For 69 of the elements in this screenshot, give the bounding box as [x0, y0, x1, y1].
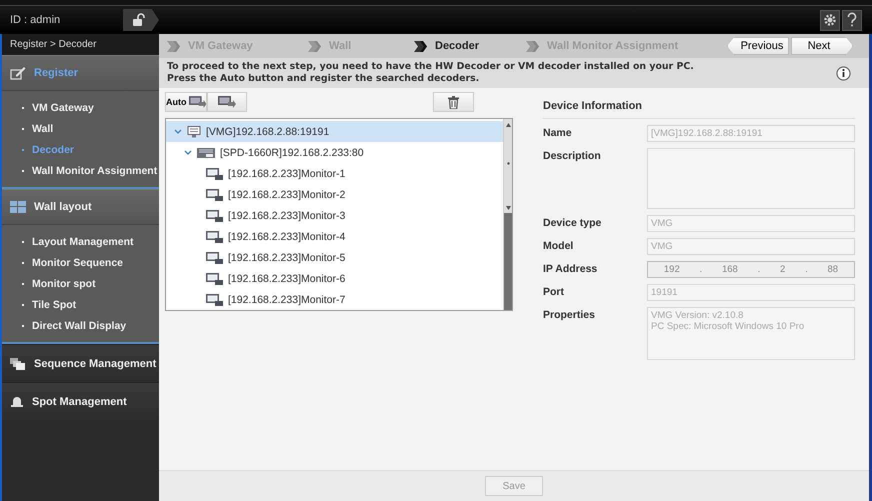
lock-button[interactable] [123, 9, 159, 31]
tree-item[interactable]: [192.168.2.233]Monitor-1 [166, 163, 503, 184]
field-label: Model [543, 239, 574, 254]
chevron-icon [414, 40, 430, 52]
chevron-icon [526, 40, 542, 52]
sidebar-item[interactable]: Direct Wall Display [2, 315, 159, 336]
bell-icon [10, 396, 24, 408]
settings-icon [823, 13, 837, 27]
grid-icon [10, 201, 26, 213]
sidebar-item[interactable]: Wall Monitor Assignment [2, 160, 159, 181]
tree-item[interactable]: [192.168.2.233]Monitor-3 [166, 205, 503, 226]
settings-button[interactable] [820, 10, 840, 30]
ip-address-field[interactable]: 192 . 168 . 2 . 88 [647, 261, 855, 278]
monitor-icon [206, 252, 223, 264]
scrollbar[interactable] [503, 119, 512, 310]
monitor-icon [206, 294, 223, 306]
user-id: ID : admin [9, 14, 62, 26]
add-decoder-button[interactable] [207, 92, 247, 112]
tree-item[interactable]: [SPD-1660R]192.168.2.233:80 [166, 142, 503, 163]
field-label: Description [543, 149, 602, 164]
tree-item[interactable]: [192.168.2.233]Monitor-2 [166, 184, 503, 205]
monitor-icon [206, 230, 223, 242]
trash-icon [448, 96, 459, 108]
wizard-step: Decoder [414, 40, 526, 52]
sidebar-item[interactable]: Layout Management [2, 231, 159, 252]
decoder-icon [197, 146, 215, 158]
monitor-icon [206, 188, 223, 200]
chevron-down-icon[interactable] [184, 150, 192, 156]
sidebar-item[interactable]: Monitor spot [2, 273, 159, 294]
help-icon [846, 12, 858, 28]
server-icon [187, 126, 201, 138]
sidebar-section[interactable]: Spot Management [2, 382, 159, 420]
tree-item[interactable]: [VMG]192.168.2.88:19191 [166, 121, 503, 142]
monitor-arrow-icon [188, 96, 206, 108]
info-icon [836, 66, 851, 80]
tree-item[interactable]: [192.168.2.233]Monitor-5 [166, 247, 503, 268]
tree-item[interactable]: [192.168.2.233]Monitor-7 [166, 289, 503, 310]
sidebar-section[interactable]: Sequence Management [2, 344, 159, 382]
sidebar-item[interactable]: Wall [2, 118, 159, 139]
delete-button[interactable] [433, 92, 474, 112]
monitor-arrow-icon [218, 96, 236, 108]
instruction-text: To proceed to the next step, you need to have the HW Decoder or VM decoder installed on your PC. Press the Auto button and register the searched decoders. [167, 61, 694, 85]
chevron-down-icon[interactable] [174, 128, 182, 134]
monitor-icon [206, 272, 223, 284]
monitor-icon [206, 168, 223, 180]
stack-icon [10, 358, 26, 370]
field-label: IP Address [543, 262, 598, 277]
previous-button[interactable]: Previous [727, 37, 789, 55]
chevron-icon [167, 40, 183, 52]
breadcrumb: Register > Decoder [2, 34, 159, 55]
tree-item[interactable]: [192.168.2.233]Monitor-4 [166, 226, 503, 247]
field-label: Name [543, 126, 573, 141]
field-label: Port [543, 285, 565, 300]
field-label: Device type [543, 216, 602, 231]
sidebar-item[interactable]: VM Gateway [2, 97, 159, 118]
scroll-up-icon[interactable] [506, 123, 510, 127]
sidebar-item[interactable]: Monitor Sequence [2, 252, 159, 273]
tree-item[interactable]: [192.168.2.233]Monitor-6 [166, 268, 503, 289]
help-button[interactable] [842, 10, 862, 30]
monitor-icon [206, 210, 223, 222]
field-label: Properties [543, 308, 596, 323]
chevron-icon [308, 40, 324, 52]
sidebar-item[interactable]: Tile Spot [2, 294, 159, 315]
dot-icon [506, 162, 510, 165]
next-button[interactable]: Next [791, 37, 853, 55]
scroll-down-icon[interactable] [506, 206, 510, 210]
edit-icon [10, 66, 26, 80]
auto-search-button[interactable]: Auto [165, 92, 207, 112]
section-title: Device Information [543, 100, 855, 119]
